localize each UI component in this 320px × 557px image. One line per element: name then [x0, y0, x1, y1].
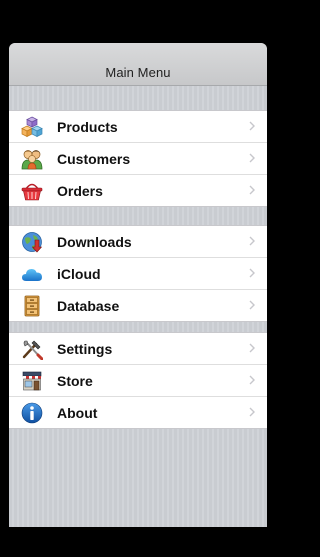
menu-item-downloads[interactable]: Downloads [9, 226, 267, 258]
info-icon [21, 402, 43, 424]
store-icon [21, 370, 43, 392]
boxes-icon [21, 116, 43, 138]
cloud-icon [21, 263, 43, 285]
menu-item-label: Orders [57, 182, 103, 199]
chevron-right-icon [249, 407, 255, 417]
menu-item-label: Store [57, 372, 93, 389]
app-screen: Main Menu Products Customers Orders Down… [9, 43, 267, 527]
menu-item-label: iCloud [57, 265, 101, 282]
basket-icon [21, 180, 43, 202]
menu-item-label: Downloads [57, 233, 132, 250]
menu-item-label: Settings [57, 340, 113, 357]
chevron-right-icon [249, 153, 255, 163]
chevron-right-icon [249, 185, 255, 195]
downloads-icon [21, 231, 43, 253]
navigation-bar: Main Menu [9, 43, 267, 86]
menu-item-about[interactable]: About [9, 397, 267, 428]
tools-icon [21, 338, 43, 360]
menu-group-3: Settings Store About [9, 332, 267, 429]
menu-item-label: Customers [57, 150, 131, 167]
menu-item-settings[interactable]: Settings [9, 333, 267, 365]
menu-item-label: Products [57, 118, 118, 135]
chevron-right-icon [249, 343, 255, 353]
cabinet-icon [21, 295, 43, 317]
chevron-right-icon [249, 268, 255, 278]
chevron-right-icon [249, 375, 255, 385]
menu-group-2: Downloads iCloud Database [9, 225, 267, 322]
menu-item-database[interactable]: Database [9, 290, 267, 321]
chevron-right-icon [249, 236, 255, 246]
menu-item-store[interactable]: Store [9, 365, 267, 397]
menu-group-1: Products Customers Orders [9, 110, 267, 207]
bottom-bar [0, 527, 276, 557]
page-title: Main Menu [105, 65, 171, 80]
customers-icon [21, 148, 43, 170]
menu-item-customers[interactable]: Customers [9, 143, 267, 175]
menu-item-label: About [57, 404, 98, 421]
chevron-right-icon [249, 300, 255, 310]
menu-item-label: Database [57, 297, 120, 314]
menu-item-products[interactable]: Products [9, 111, 267, 143]
chevron-right-icon [249, 121, 255, 131]
menu-item-icloud[interactable]: iCloud [9, 258, 267, 290]
menu-item-orders[interactable]: Orders [9, 175, 267, 206]
